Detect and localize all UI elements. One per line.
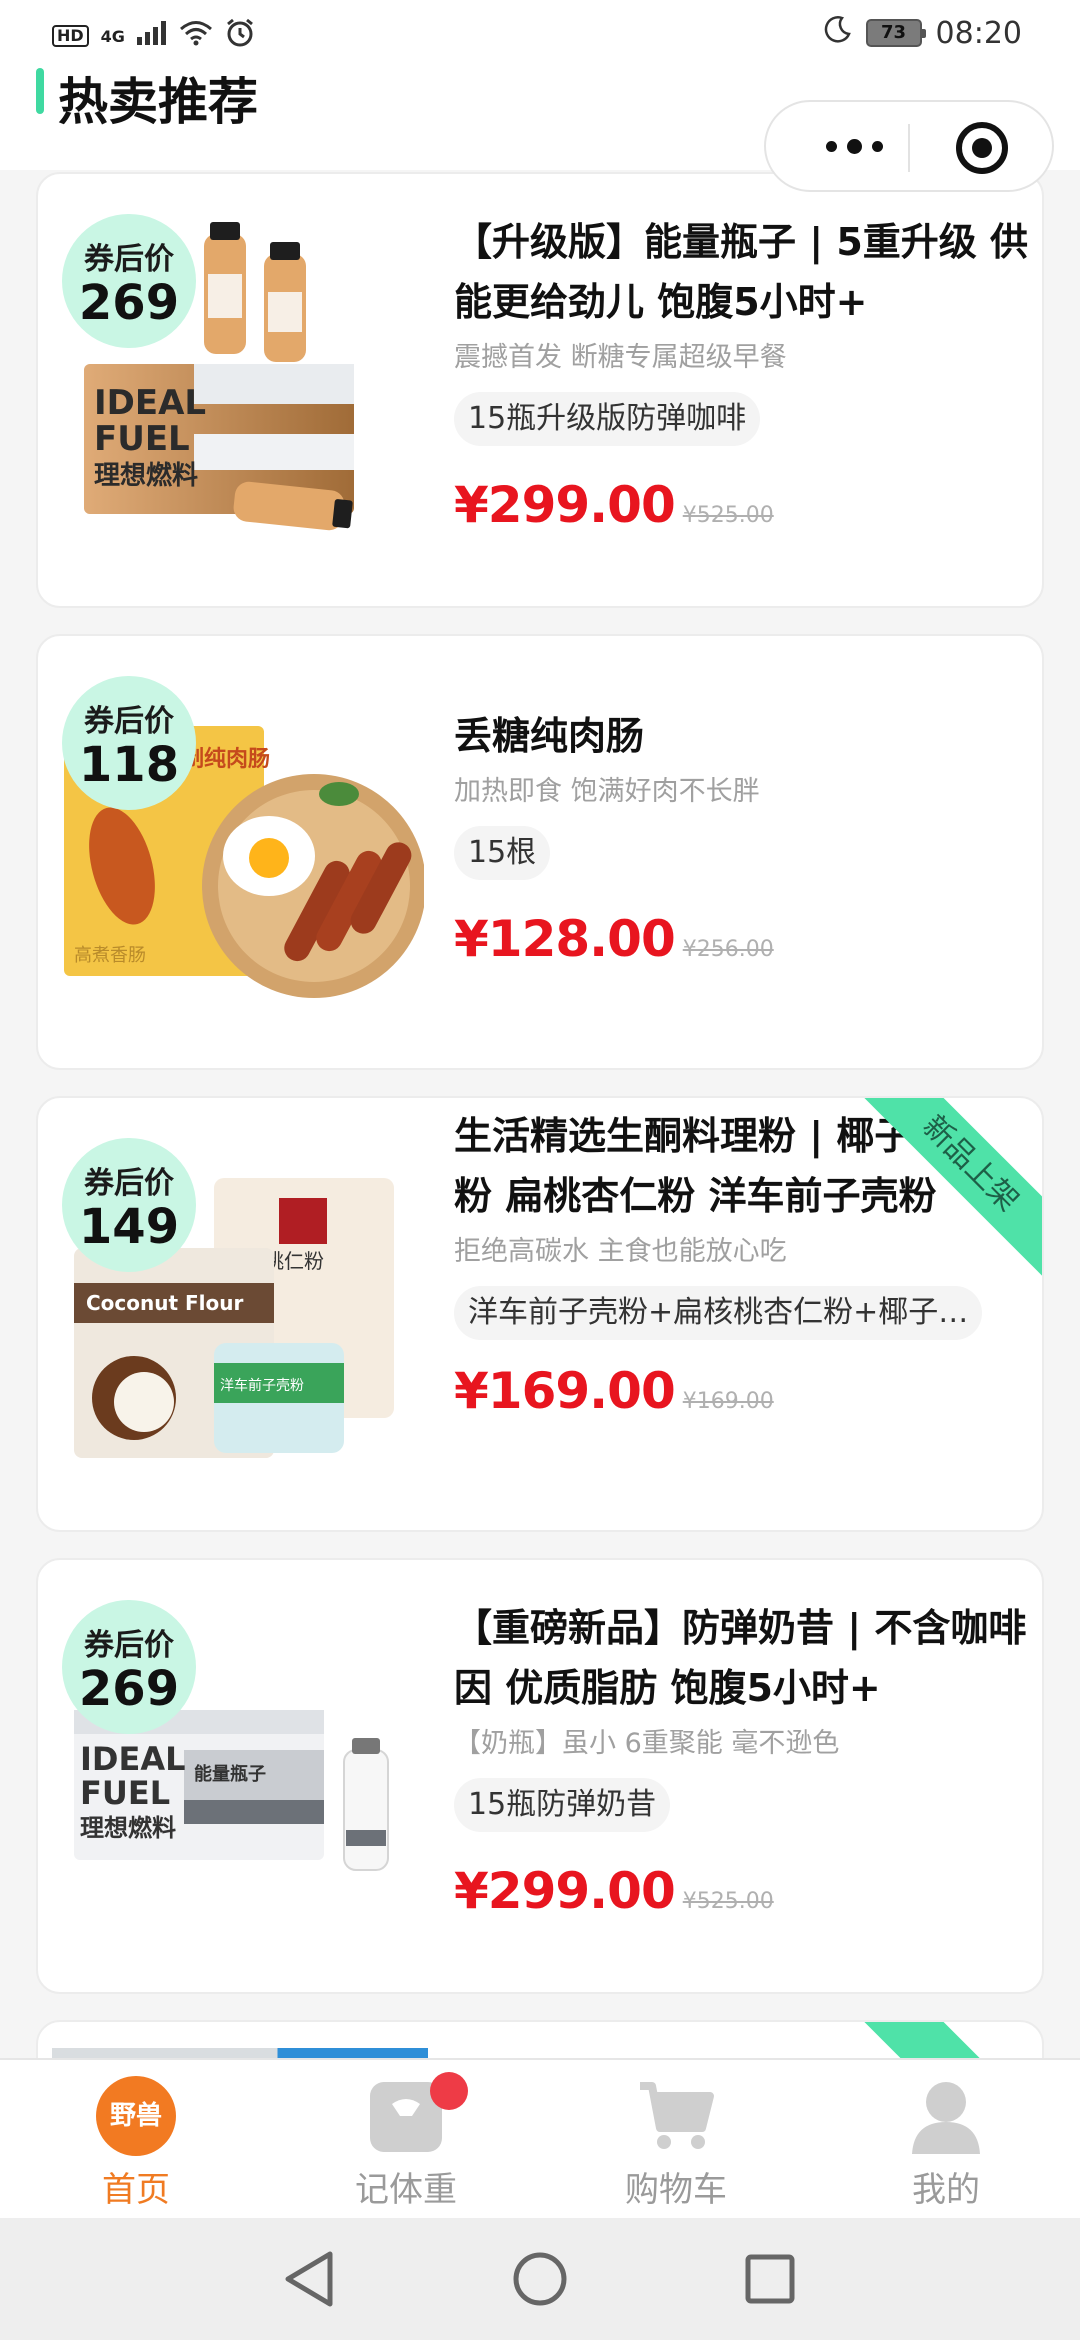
product-spec: 15瓶升级版防弹咖啡 (454, 392, 761, 446)
product-subtitle: 加热即食 饱满好肉不长胖 (454, 776, 760, 807)
hd-indicator: HD (52, 25, 89, 47)
product-list: IDEAL FUEL 理想燃料 券后价 269 【升级版】能量瓶子 | 5重升级… (0, 170, 1080, 2058)
wifi-icon (179, 20, 213, 52)
status-left: HD 4G (52, 18, 255, 54)
product-info: 丢糖纯肉肠 加热即食 饱满好肉不长胖 15根 ¥128.00 ¥256.00 (454, 706, 1034, 968)
bottom-tab-bar: 野兽 首页 记体重 购物车 我的 (0, 2058, 1080, 2218)
page-title: 热卖推荐 (58, 73, 258, 131)
home-button[interactable] (480, 2218, 600, 2340)
tab-label: 我的 (912, 2170, 980, 2210)
svg-text:洋车前子壳粉: 洋车前子壳粉 (220, 1377, 304, 1394)
price-row: ¥299.00 ¥525.00 (454, 1862, 1034, 1920)
tab-cart[interactable]: 购物车 (586, 2076, 766, 2211)
tab-label: 首页 (102, 2170, 170, 2210)
product-subtitle: 拒绝高碳水 主食也能放心吃 (454, 1236, 787, 1267)
svg-text:能量瓶子: 能量瓶子 (194, 1763, 266, 1785)
product-spec: 15瓶防弹奶昔 (454, 1778, 671, 1832)
product-subtitle: 【奶瓶】虽小 6重聚能 毫不逊色 (454, 1728, 840, 1759)
clock: 08:20 (935, 15, 1022, 51)
moon-icon (822, 14, 852, 52)
coupon-label: 券后价 (84, 1628, 174, 1663)
product-info: 【升级版】能量瓶子 | 5重升级 供能更给劲儿 饱腹5小时+ 震撼首发 断糖专属… (454, 212, 1034, 534)
alarm-icon (225, 18, 255, 54)
product-info: 【重磅新品】防弹奶昔 | 不含咖啡因 优质脂肪 饱腹5小时+ 【奶瓶】虽小 6重… (454, 1598, 1034, 1920)
coupon-value: 269 (78, 1661, 180, 1717)
price-row: ¥128.00 ¥256.00 (454, 910, 1034, 968)
original-price: ¥256.00 (682, 937, 774, 962)
svg-text:Coconut Flour: Coconut Flour (86, 1291, 244, 1315)
product-card[interactable]: 定制纯肉肠 高煮香肠 券后价 118 丢糖纯肉肠 加热即食 饱满好肉不长胖 15… (36, 634, 1044, 1070)
tab-profile[interactable]: 我的 (856, 2076, 1036, 2211)
product-title[interactable]: 【升级版】能量瓶子 | 5重升级 供能更给劲儿 饱腹5小时+ (454, 212, 1034, 332)
current-price: ¥299.00 (454, 1862, 676, 1920)
coupon-price-badge: 券后价 149 (62, 1138, 196, 1272)
tab-label: 购物车 (625, 2170, 727, 2210)
product-image[interactable] (52, 2048, 428, 2058)
product-card[interactable]: IDEAL FUEL 理想燃料 能量瓶子 券后价 269 【重磅新品】防弹奶昔 … (36, 1558, 1044, 1994)
coupon-price-badge: 券后价 118 (62, 676, 196, 810)
tab-weight[interactable]: 记体重 (316, 2072, 496, 2211)
capsule-divider (908, 124, 910, 172)
coupon-value: 149 (78, 1199, 180, 1255)
product-card[interactable]: 新品上架 扁桃仁粉 Coconut Flour 洋车前子壳粉 券后价 149 生… (36, 1096, 1044, 1532)
status-bar: HD 4G 73 08:20 (0, 0, 1080, 68)
title-accent-bar (36, 68, 44, 114)
svg-text:IDEAL: IDEAL (94, 383, 206, 423)
coupon-label: 券后价 (84, 1166, 174, 1201)
notification-dot (430, 2072, 468, 2110)
price-row: ¥299.00 ¥525.00 (454, 476, 1034, 534)
coupon-price-badge: 券后价 269 (62, 214, 196, 348)
home-logo-icon: 野兽 (96, 2076, 176, 2156)
more-menu-button[interactable] (804, 126, 904, 166)
svg-text:FUEL: FUEL (94, 419, 190, 459)
svg-text:理想燃料: 理想燃料 (94, 461, 198, 491)
new-arrival-ribbon: 新 (858, 2022, 1042, 2058)
original-price: ¥169.00 (682, 1389, 774, 1414)
coupon-price-badge: 券后价 269 (62, 1600, 196, 1734)
product-spec: 洋车前子壳粉+扁核桃杏仁粉+椰子… (454, 1286, 983, 1340)
battery-indicator: 73 (865, 19, 926, 47)
current-price: ¥169.00 (454, 1362, 676, 1420)
product-card[interactable]: IDEAL FUEL 理想燃料 券后价 269 【升级版】能量瓶子 | 5重升级… (36, 172, 1044, 608)
tab-label: 记体重 (355, 2170, 457, 2210)
signal-icon (136, 21, 167, 51)
original-price: ¥525.00 (682, 503, 774, 528)
miniprogram-capsule (764, 100, 1054, 192)
scale-icon (366, 2072, 468, 2156)
product-title[interactable]: 【重磅新品】防弹奶昔 | 不含咖啡因 优质脂肪 饱腹5小时+ (454, 1598, 1034, 1718)
svg-text:IDEAL: IDEAL (80, 1740, 185, 1778)
system-navigation-bar (0, 2218, 1080, 2340)
svg-text:理想燃料: 理想燃料 (80, 1814, 176, 1842)
recents-button[interactable] (710, 2218, 830, 2340)
price-row: ¥169.00 ¥169.00 (454, 1362, 1034, 1420)
svg-text:高煮香肠: 高煮香肠 (74, 945, 146, 966)
original-price: ¥525.00 (682, 1889, 774, 1914)
page-header: 热卖推荐 (0, 68, 1080, 192)
user-icon (906, 2076, 986, 2156)
coupon-label: 券后价 (84, 242, 174, 277)
network-type: 4G (100, 26, 125, 46)
cart-icon (636, 2076, 716, 2156)
current-price: ¥299.00 (454, 476, 676, 534)
svg-text:FUEL: FUEL (80, 1774, 170, 1812)
coupon-value: 269 (78, 275, 180, 331)
status-right: 73 08:20 (822, 14, 1022, 52)
coupon-value: 118 (78, 737, 180, 793)
product-spec: 15根 (454, 826, 551, 880)
coupon-label: 券后价 (84, 704, 174, 739)
product-title[interactable]: 丢糖纯肉肠 (454, 706, 1034, 766)
back-button[interactable] (250, 2218, 370, 2340)
current-price: ¥128.00 (454, 910, 676, 968)
close-miniprogram-icon[interactable] (956, 122, 1008, 174)
product-card[interactable]: 新 (36, 2020, 1044, 2058)
product-subtitle: 震撼首发 断糖专属超级早餐 (454, 342, 787, 373)
tab-home[interactable]: 野兽 首页 (46, 2076, 226, 2211)
